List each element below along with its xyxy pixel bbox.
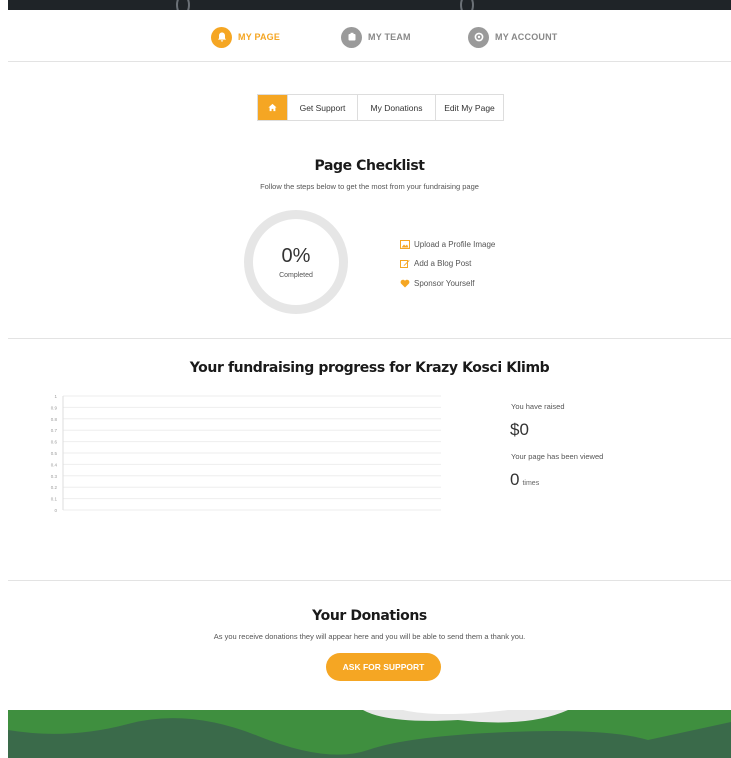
account-icon [468, 26, 489, 48]
raised-value: $0 [510, 420, 529, 439]
chart-y-tick-label: 0.3 [51, 474, 58, 479]
nav-item-my-page[interactable]: MY PAGE [211, 24, 280, 50]
completion-percent: 0% [281, 245, 311, 267]
completion-ring: 0% Completed [244, 210, 348, 314]
checklist-subtitle: Follow the steps below to get the most f… [260, 182, 479, 191]
chart-y-tick-label: 0 [54, 508, 57, 513]
divider [8, 338, 731, 339]
views-unit: times [522, 480, 540, 487]
nav-item-my-account[interactable]: MY ACCOUNT [468, 24, 558, 50]
chart-y-tick-label: 0.6 [51, 440, 58, 445]
nav-item-my-team[interactable]: MY TEAM [341, 24, 411, 50]
bell-icon [211, 26, 232, 48]
chart-y-tick-label: 0.7 [51, 428, 58, 433]
ask-for-support-button[interactable]: ASK FOR SUPPORT [326, 653, 441, 681]
page-content: MY PAGE MY TEAM MY ACCOUNT Get Support M… [8, 10, 731, 710]
tab-home[interactable] [258, 95, 288, 120]
chart-y-tick-label: 0.8 [51, 417, 58, 422]
edit-icon [400, 259, 410, 268]
views-count: 0 times [510, 470, 539, 490]
views-label: Your page has been viewed [511, 452, 604, 461]
checklist-item-upload-image[interactable]: Upload a Profile Image [400, 239, 495, 249]
account-nav: MY PAGE MY TEAM MY ACCOUNT [8, 24, 731, 50]
team-icon [341, 26, 362, 48]
page-tabs: Get Support My Donations Edit My Page [257, 94, 504, 121]
raised-label: You have raised [511, 402, 565, 411]
chart-y-tick-label: 0.5 [51, 451, 58, 456]
checklist-items: Upload a Profile Image Add a Blog Post S… [400, 239, 495, 298]
header-banner-image [8, 0, 731, 10]
heart-icon [400, 279, 410, 288]
nav-label: MY ACCOUNT [495, 32, 558, 42]
nav-label: MY PAGE [238, 32, 281, 42]
checklist-item-label: Upload a Profile Image [414, 239, 496, 249]
image-icon [400, 239, 410, 249]
donations-subtitle: As you receive donations they will appea… [213, 632, 526, 641]
tab-get-support[interactable]: Get Support [288, 95, 358, 120]
checklist-item-add-blog-post[interactable]: Add a Blog Post [400, 259, 495, 269]
chart-y-tick-label: 0.4 [51, 462, 58, 467]
chart-y-tick-label: 0.9 [51, 405, 58, 410]
progress-title: Your fundraising progress for Krazy Kosc… [189, 360, 550, 376]
checklist-item-label: Add a Blog Post [414, 259, 472, 268]
divider [8, 580, 731, 581]
home-icon [268, 103, 277, 112]
chart-y-tick-label: 0.1 [51, 497, 58, 502]
footer-landscape-image [8, 710, 731, 758]
chart-y-tick-label: 1 [54, 394, 57, 399]
checklist-title: Page Checklist [314, 158, 425, 174]
views-value: 0 [510, 470, 520, 489]
progress-chart: 1 0.9 0.8 0.7 0.6 0.5 0.4 0.3 0.2 0.1 0 [51, 394, 441, 513]
chart-y-tick-label: 0.2 [51, 485, 58, 490]
tab-edit-my-page[interactable]: Edit My Page [436, 95, 503, 120]
tab-my-donations[interactable]: My Donations [358, 95, 436, 120]
checklist-item-sponsor-yourself[interactable]: Sponsor Yourself [400, 278, 495, 288]
nav-label: MY TEAM [368, 32, 411, 42]
banner-decoration [176, 0, 190, 10]
donations-title: Your Donations [312, 608, 427, 624]
divider [8, 61, 731, 62]
checklist-item-label: Sponsor Yourself [414, 278, 475, 288]
completion-label: Completed [279, 272, 313, 279]
banner-decoration [460, 0, 474, 10]
